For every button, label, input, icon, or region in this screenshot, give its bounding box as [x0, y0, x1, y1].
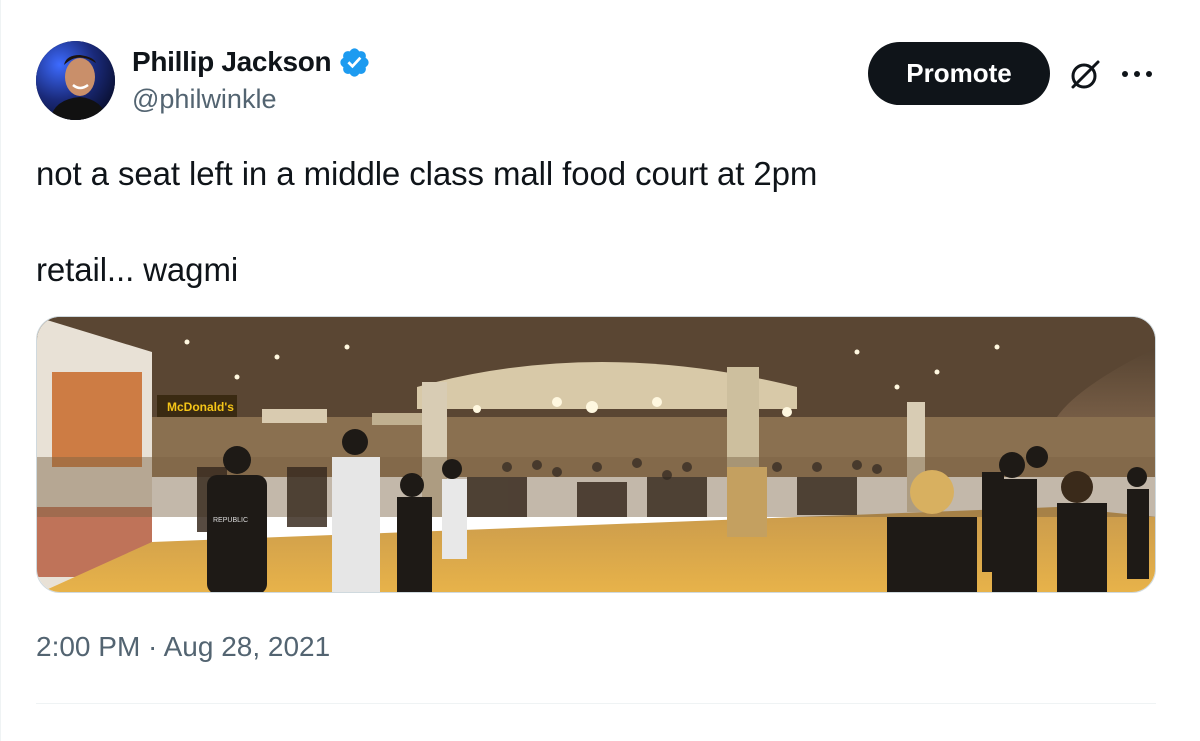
tweet-text: not a seat left in a middle class mall f… — [36, 150, 1156, 294]
user-avatar-icon — [36, 41, 115, 120]
author-name-row[interactable]: Phillip Jackson — [132, 44, 371, 80]
author-handle[interactable]: @philwinkle — [132, 84, 276, 115]
tweet-text-line-2: retail... wagmi — [36, 251, 239, 288]
display-name[interactable]: Phillip Jackson — [132, 46, 332, 78]
tweet-timestamp[interactable]: 2:00 PM · Aug 28, 2021 — [36, 631, 330, 663]
shirt-print-text: REPUBLIC — [213, 517, 248, 524]
avatar[interactable] — [36, 41, 115, 120]
mcdonalds-sign: McDonald's — [167, 400, 234, 414]
promote-button[interactable]: Promote — [868, 42, 1050, 105]
tweet-text-line-1: not a seat left in a middle class mall f… — [36, 155, 818, 192]
tweet-media-photo[interactable]: McDonald's REPUBLIC — [36, 316, 1156, 593]
divider — [36, 703, 1156, 704]
grok-icon[interactable] — [1067, 57, 1103, 93]
tweet-card: Phillip Jackson @philwinkle Promote not … — [0, 0, 1200, 741]
more-options-icon[interactable] — [1119, 62, 1155, 86]
verified-badge-icon — [340, 47, 369, 77]
food-court-panorama: McDonald's REPUBLIC — [37, 317, 1155, 592]
